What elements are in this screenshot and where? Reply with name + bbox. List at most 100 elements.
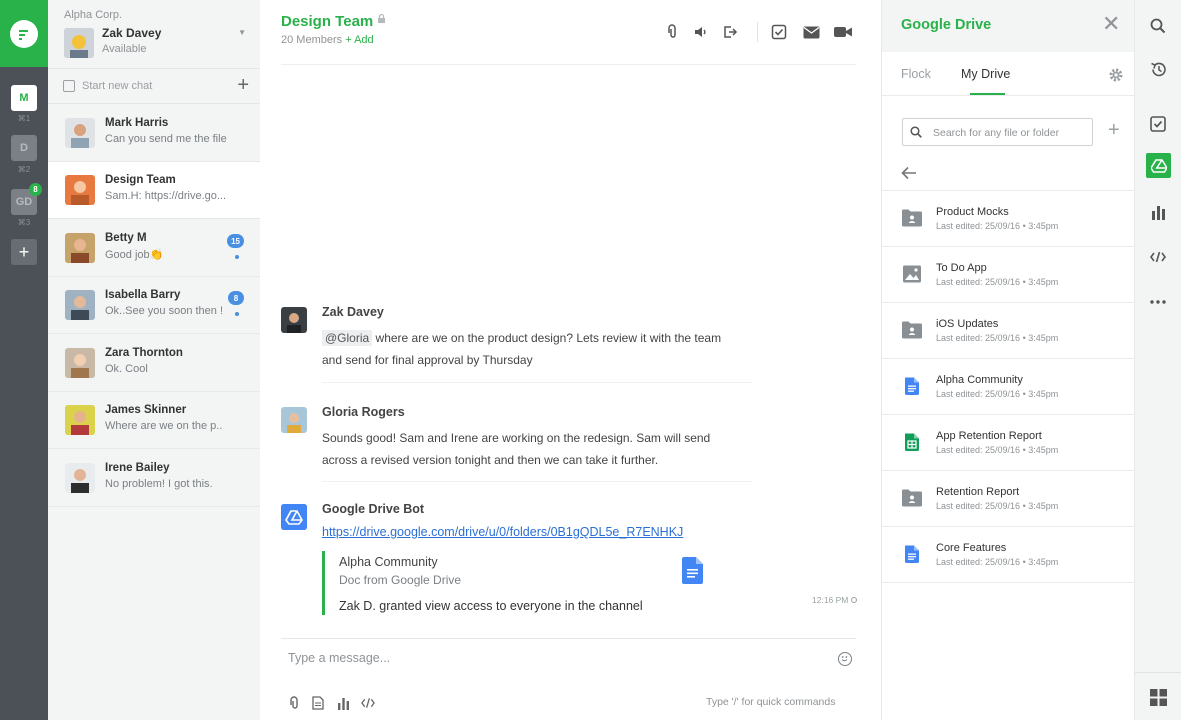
attach-file-icon[interactable] [287,695,301,711]
chat-preview: Can you send me the file [105,133,227,145]
avatar [65,175,95,205]
google-doc-icon [905,377,919,395]
avatar [281,407,307,433]
poll-icon[interactable] [336,695,350,711]
avatar [65,348,95,378]
code-snippet-icon[interactable] [1147,246,1169,268]
chat-item[interactable]: Mark Harris Can you send me the file [48,105,260,162]
drive-file-item[interactable]: Alpha Community Last edited: 25/09/16 • … [882,358,1135,414]
attachment-text: Zak D. granted view access to everyone i… [339,599,643,613]
start-new-chat-label: Start new chat [82,80,153,92]
chat-preview: Ok. Cool [105,363,148,375]
mail-icon[interactable] [802,23,820,41]
polls-chart-icon[interactable] [1147,201,1169,223]
user-name: Zak Davey [102,26,162,40]
header-divider-line [281,64,856,65]
user-profile[interactable]: Alpha Corp. Zak Davey Available ▼ [64,8,254,60]
chat-item[interactable]: James Skinner Where are we on the p.. [48,392,260,449]
chat-name: Irene Bailey [105,462,170,474]
flock-logo[interactable] [0,0,48,67]
chat-item[interactable]: Zara Thornton Ok. Cool [48,335,260,392]
tabs-divider [882,95,1135,96]
drive-file-item[interactable]: iOS Updates Last edited: 25/09/16 • 3:45… [882,302,1135,358]
mute-icon[interactable] [692,23,710,41]
message-author[interactable]: Gloria Rogers [322,405,405,419]
drive-file-item[interactable]: To Do App Last edited: 25/09/16 • 3:45pm [882,246,1135,302]
close-icon[interactable]: ✕ [1102,13,1120,35]
new-chat-plus-icon[interactable]: + [237,75,249,95]
rail-divider [1135,672,1181,673]
chat-preview: Good job👏 [105,249,164,261]
gear-icon[interactable] [1108,67,1124,83]
flock-logo-icon [10,19,38,48]
chat-item[interactable]: Betty M Good job👏 15 [48,220,260,277]
attachment-subtitle: Doc from Google Drive [339,573,462,587]
attachment-title[interactable]: Alpha Community [339,555,438,569]
chevron-down-icon[interactable]: ▼ [238,28,246,37]
chat-preview: Ok..See you soon then ! [105,305,224,317]
app-grid-icon[interactable] [1147,686,1169,708]
drive-search[interactable] [902,118,1093,146]
member-count[interactable]: 20 Members + Add [281,34,374,46]
compose-icon [63,80,75,92]
more-icon[interactable] [1147,291,1169,313]
history-icon[interactable] [1147,58,1169,80]
add-member-link[interactable]: + Add [345,34,373,46]
drive-file-item[interactable]: Product Mocks Last edited: 25/09/16 • 3:… [882,190,1135,246]
drive-panel-header: Google Drive ✕ [882,0,1135,52]
file-last-edited: Last edited: 25/09/16 • 3:45pm [936,501,1059,511]
checkbox-todo-icon[interactable] [770,23,788,41]
drive-attachment-card[interactable]: Alpha Community Doc from Google Drive Za… [322,551,703,615]
avatar [65,463,95,493]
user-mention[interactable]: @Gloria [322,330,373,346]
emoji-icon[interactable] [838,652,852,666]
drive-file-item[interactable]: App Retention Report Last edited: 25/09/… [882,414,1135,470]
file-last-edited: Last edited: 25/09/16 • 3:45pm [936,221,1059,231]
workspace-d[interactable]: D [11,135,37,161]
paperclip-icon[interactable] [663,23,681,41]
search-icon[interactable] [1147,15,1169,37]
file-last-edited: Last edited: 25/09/16 • 3:45pm [936,333,1059,343]
google-drive-panel: Google Drive ✕ Flock My Drive + Product … [881,0,1135,720]
drive-file-item[interactable]: Retention Report Last edited: 25/09/16 •… [882,470,1135,526]
chat-item[interactable]: Irene Bailey No problem! I got this. [48,450,260,507]
message-author[interactable]: Zak Davey [322,305,384,319]
chat-item[interactable]: Isabella Barry Ok..See you soon then ! 8 [48,277,260,334]
avatar [64,28,94,58]
chat-name: Mark Harris [105,117,169,129]
google-drive-app-icon[interactable] [1146,153,1171,178]
chat-name: Zara Thornton [105,347,183,359]
leave-channel-icon[interactable] [721,23,739,41]
avatar [65,290,95,320]
video-call-icon[interactable] [834,23,852,41]
file-name: To Do App [936,262,987,274]
todo-checkbox-icon[interactable] [1147,113,1169,135]
message-text: Sounds good! Sam and Irene are working o… [322,431,711,467]
search-input[interactable] [933,124,1088,141]
tab-my-drive[interactable]: My Drive [961,67,1010,81]
note-icon[interactable] [311,695,325,711]
shared-folder-icon [902,489,922,507]
back-arrow-icon[interactable] [901,166,917,180]
start-new-chat[interactable]: Start new chat + [48,68,260,104]
file-name: iOS Updates [936,318,999,330]
add-file-icon[interactable]: + [1108,120,1120,140]
search-icon [910,126,922,138]
message-divider [322,382,752,383]
message-author[interactable]: Google Drive Bot [322,502,424,516]
chat-item-selected[interactable]: Design Team Sam.H: https://drive.go... [48,162,260,219]
google-sheet-icon [905,433,919,451]
tab-flock[interactable]: Flock [901,67,931,81]
chat-name: Design Team [105,174,176,186]
workspace-gd-shortcut: ⌘3 [17,218,31,227]
drive-folder-link[interactable]: https://drive.google.com/drive/u/0/folde… [322,525,683,539]
google-drive-bot-avatar [281,504,307,530]
list-divider [882,582,1135,583]
workspace-m[interactable]: M [11,85,37,111]
drive-file-item[interactable]: Core Features Last edited: 25/09/16 • 3:… [882,526,1135,582]
message-input[interactable] [281,645,826,671]
add-workspace-button[interactable]: + [11,239,37,265]
code-snippet-icon[interactable] [361,695,375,711]
quick-commands-hint: Type '/' for quick commands [706,696,836,708]
file-last-edited: Last edited: 25/09/16 • 3:45pm [936,557,1059,567]
